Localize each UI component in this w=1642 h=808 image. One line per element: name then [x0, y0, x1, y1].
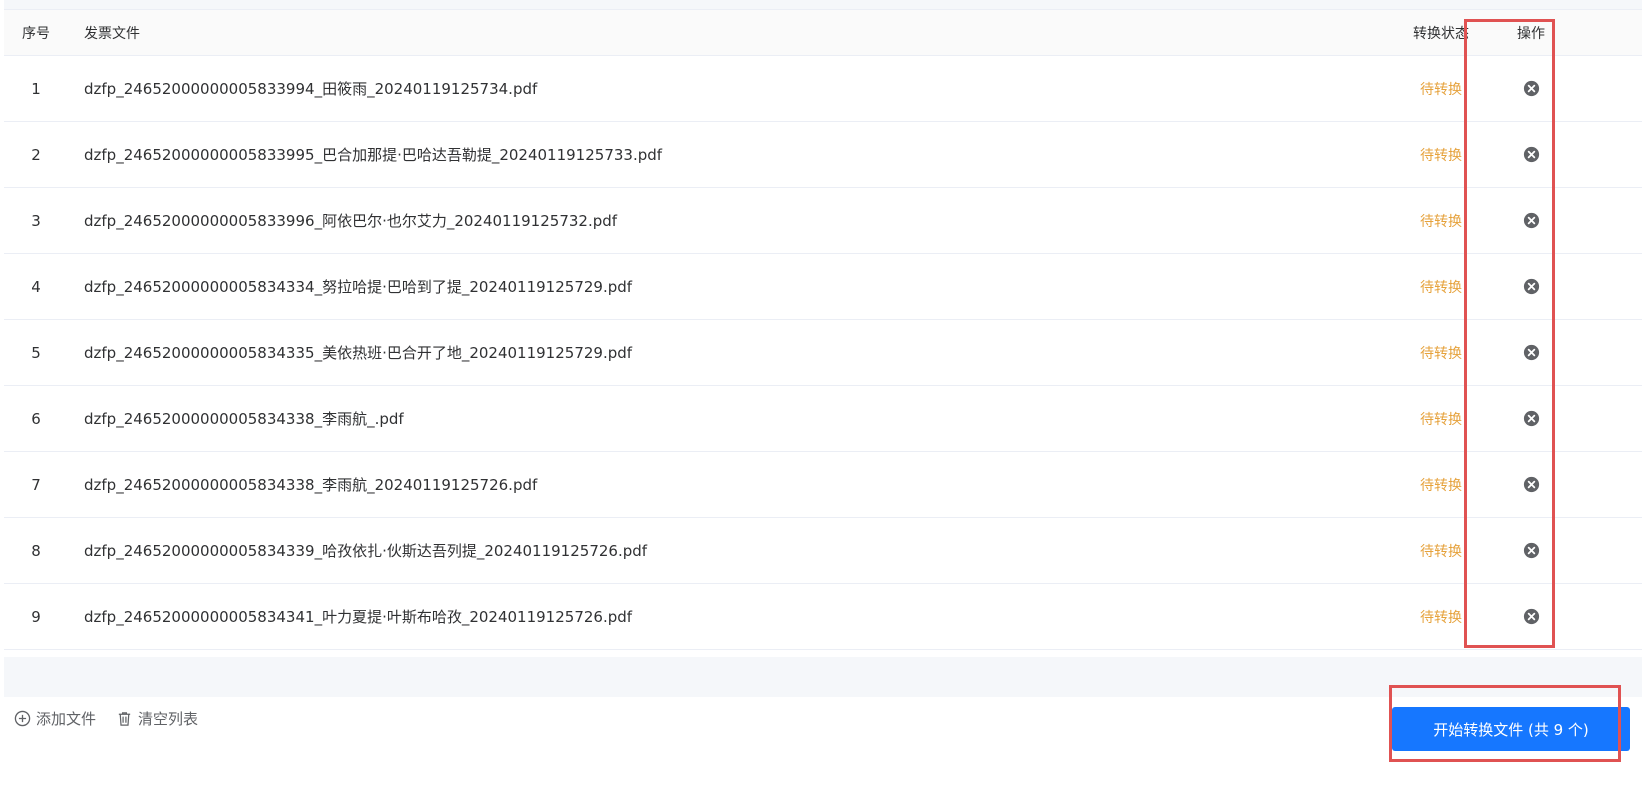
- row-status-cell: 待转换: [1391, 79, 1491, 99]
- close-circle-icon[interactable]: [1522, 79, 1541, 98]
- row-action-cell: [1491, 475, 1571, 494]
- row-status-cell: 待转换: [1391, 409, 1491, 429]
- close-circle-icon[interactable]: [1522, 607, 1541, 626]
- table-row: 2 dzfp_24652000000005833995_巴合加那提·巴哈达吾勒提…: [4, 122, 1642, 188]
- row-file-name: dzfp_24652000000005834338_李雨航_.pdf: [84, 410, 404, 428]
- header-status: 转换状态: [1413, 25, 1469, 42]
- row-index: 7: [31, 475, 41, 494]
- row-status: 待转换: [1420, 81, 1462, 98]
- row-action-cell: [1491, 79, 1571, 98]
- row-file-name: dzfp_24652000000005834338_李雨航_2024011912…: [84, 476, 538, 494]
- row-action-cell: [1491, 343, 1571, 362]
- close-circle-icon[interactable]: [1522, 211, 1541, 230]
- table-row: 1 dzfp_24652000000005833994_田筱雨_20240119…: [4, 56, 1642, 122]
- top-edge: [4, 0, 1642, 10]
- row-status: 待转换: [1420, 345, 1462, 362]
- row-status-cell: 待转换: [1391, 211, 1491, 231]
- header-file: 发票文件: [84, 25, 140, 42]
- row-index: 1: [31, 79, 41, 98]
- trash-icon: [118, 712, 131, 726]
- close-circle-icon[interactable]: [1522, 145, 1541, 164]
- table-header: 序号 发票文件 转换状态 操作: [4, 10, 1642, 56]
- plus-circle-icon: [14, 710, 31, 727]
- row-index: 9: [31, 607, 41, 626]
- row-action-cell: [1491, 541, 1571, 560]
- close-circle-icon[interactable]: [1522, 475, 1541, 494]
- row-action-cell: [1491, 607, 1571, 626]
- close-circle-icon[interactable]: [1522, 541, 1541, 560]
- row-file-name: dzfp_24652000000005833994_田筱雨_2024011912…: [84, 80, 538, 98]
- row-status: 待转换: [1420, 477, 1462, 494]
- row-status: 待转换: [1420, 411, 1462, 428]
- row-index: 2: [31, 145, 41, 164]
- table-row: 3 dzfp_24652000000005833996_阿依巴尔·也尔艾力_20…: [4, 188, 1642, 254]
- table-row: 9 dzfp_24652000000005834341_叶力夏提·叶斯布哈孜_2…: [4, 584, 1642, 650]
- file-table: 序号 发票文件 转换状态 操作 1 dzfp_24652000000005833…: [4, 10, 1642, 650]
- row-status-cell: 待转换: [1391, 541, 1491, 561]
- row-file-name: dzfp_24652000000005833995_巴合加那提·巴哈达吾勒提_2…: [84, 146, 663, 164]
- row-index: 6: [31, 409, 41, 428]
- table-row: 7 dzfp_24652000000005834338_李雨航_20240119…: [4, 452, 1642, 518]
- row-index: 8: [31, 541, 41, 560]
- row-status: 待转换: [1420, 213, 1462, 230]
- add-files-button[interactable]: 添加文件: [14, 708, 96, 729]
- table-empty-area: [4, 657, 1642, 697]
- row-index: 3: [31, 211, 41, 230]
- add-files-label: 添加文件: [36, 710, 97, 728]
- row-status: 待转换: [1420, 543, 1462, 560]
- row-file-name: dzfp_24652000000005833996_阿依巴尔·也尔艾力_2024…: [84, 212, 618, 230]
- row-index: 5: [31, 343, 41, 362]
- header-index: 序号: [22, 25, 50, 42]
- clear-list-label: 清空列表: [138, 710, 199, 728]
- header-action: 操作: [1517, 25, 1545, 42]
- close-circle-icon[interactable]: [1522, 409, 1541, 428]
- row-index: 4: [31, 277, 41, 296]
- table-row: 5 dzfp_24652000000005834335_美依热班·巴合开了地_2…: [4, 320, 1642, 386]
- row-action-cell: [1491, 409, 1571, 428]
- row-action-cell: [1491, 211, 1571, 230]
- footer-actions: 添加文件 清空列表: [14, 708, 198, 729]
- row-status: 待转换: [1420, 279, 1462, 296]
- table-row: 8 dzfp_24652000000005834339_哈孜依扎·伙斯达吾列提_…: [4, 518, 1642, 584]
- row-action-cell: [1491, 145, 1571, 164]
- row-file-name: dzfp_24652000000005834339_哈孜依扎·伙斯达吾列提_20…: [84, 542, 648, 560]
- row-status-cell: 待转换: [1391, 277, 1491, 297]
- close-circle-icon[interactable]: [1522, 277, 1541, 296]
- row-file-name: dzfp_24652000000005834341_叶力夏提·叶斯布哈孜_202…: [84, 608, 633, 626]
- row-status: 待转换: [1420, 147, 1462, 164]
- row-file-name: dzfp_24652000000005834334_努拉哈提·巴哈到了提_202…: [84, 278, 633, 296]
- row-action-cell: [1491, 277, 1571, 296]
- table-row: 4 dzfp_24652000000005834334_努拉哈提·巴哈到了提_2…: [4, 254, 1642, 320]
- table-row: 6 dzfp_24652000000005834338_李雨航_.pdf 待转换: [4, 386, 1642, 452]
- row-status: 待转换: [1420, 609, 1462, 626]
- row-status-cell: 待转换: [1391, 475, 1491, 495]
- table-body: 1 dzfp_24652000000005833994_田筱雨_20240119…: [4, 56, 1642, 650]
- row-status-cell: 待转换: [1391, 607, 1491, 627]
- row-status-cell: 待转换: [1391, 343, 1491, 363]
- clear-list-button[interactable]: 清空列表: [116, 708, 198, 729]
- row-status-cell: 待转换: [1391, 145, 1491, 165]
- close-circle-icon[interactable]: [1522, 343, 1541, 362]
- row-file-name: dzfp_24652000000005834335_美依热班·巴合开了地_202…: [84, 344, 633, 362]
- start-conversion-button[interactable]: 开始转换文件 (共 9 个): [1392, 707, 1630, 751]
